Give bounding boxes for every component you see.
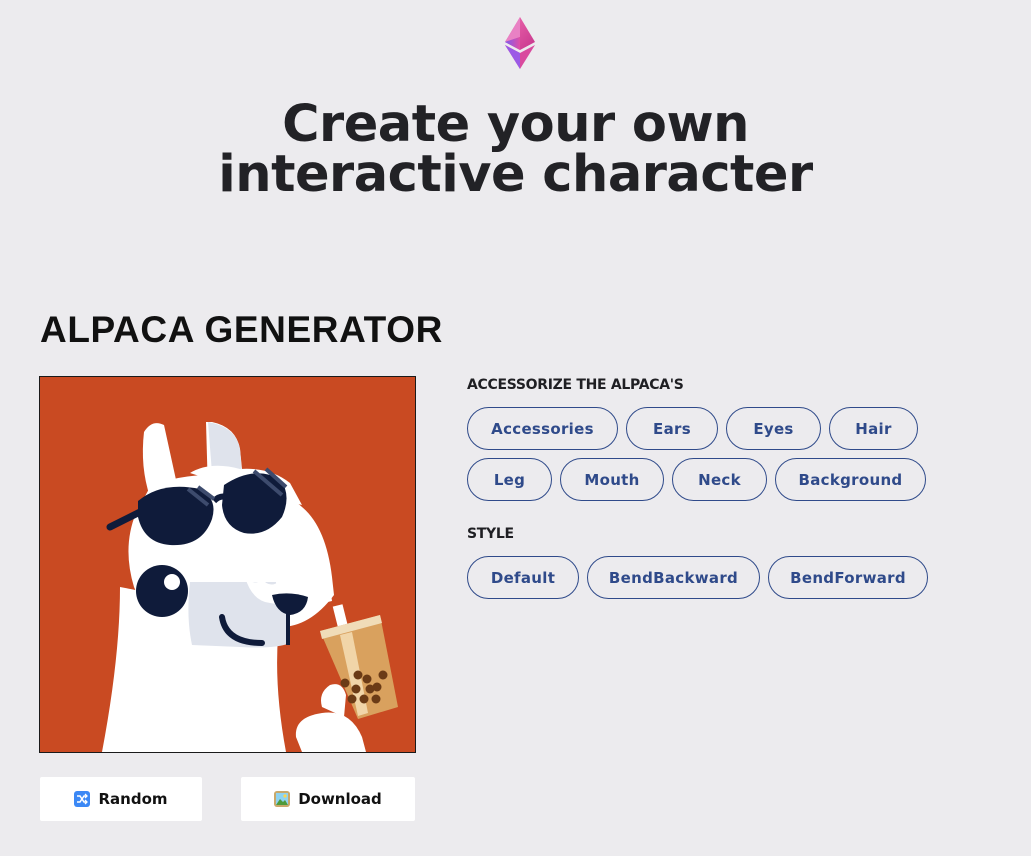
random-button[interactable]: Random [40, 777, 202, 821]
style-options-row: Default BendBackward BendForward [467, 556, 928, 599]
hero-title-line2: interactive character [218, 145, 813, 204]
accessorize-label: ACCESSORIZE THE ALPACA'S [467, 377, 684, 393]
accessorize-options-row2: Leg Mouth Neck Background [467, 458, 926, 501]
hero-title-line1: Create your own [282, 95, 749, 154]
page: Create your own interactive character AL… [0, 0, 1031, 856]
logo-icon [505, 17, 535, 69]
picture-icon [274, 791, 291, 807]
generator-title: ALPACA GENERATOR [40, 309, 443, 350]
download-button-label: Download [298, 790, 382, 808]
style-bend-forward[interactable]: BendForward [768, 556, 928, 599]
option-mouth[interactable]: Mouth [560, 458, 664, 501]
hero-title: Create your own interactive character [0, 95, 1031, 204]
alpaca-preview [39, 376, 416, 753]
option-ears[interactable]: Ears [626, 407, 718, 450]
option-leg[interactable]: Leg [467, 458, 552, 501]
option-background[interactable]: Background [775, 458, 926, 501]
option-neck[interactable]: Neck [672, 458, 767, 501]
alpaca-illustration [40, 377, 415, 752]
option-accessories[interactable]: Accessories [467, 407, 618, 450]
download-button[interactable]: Download [241, 777, 415, 821]
option-hair[interactable]: Hair [829, 407, 918, 450]
style-bend-backward[interactable]: BendBackward [587, 556, 760, 599]
shuffle-icon [74, 791, 91, 807]
style-default[interactable]: Default [467, 556, 579, 599]
option-eyes[interactable]: Eyes [726, 407, 821, 450]
accessorize-options-row1: Accessories Ears Eyes Hair [467, 407, 918, 450]
style-label: STYLE [467, 526, 514, 542]
random-button-label: Random [98, 790, 168, 808]
alpaca-eye [136, 565, 188, 617]
